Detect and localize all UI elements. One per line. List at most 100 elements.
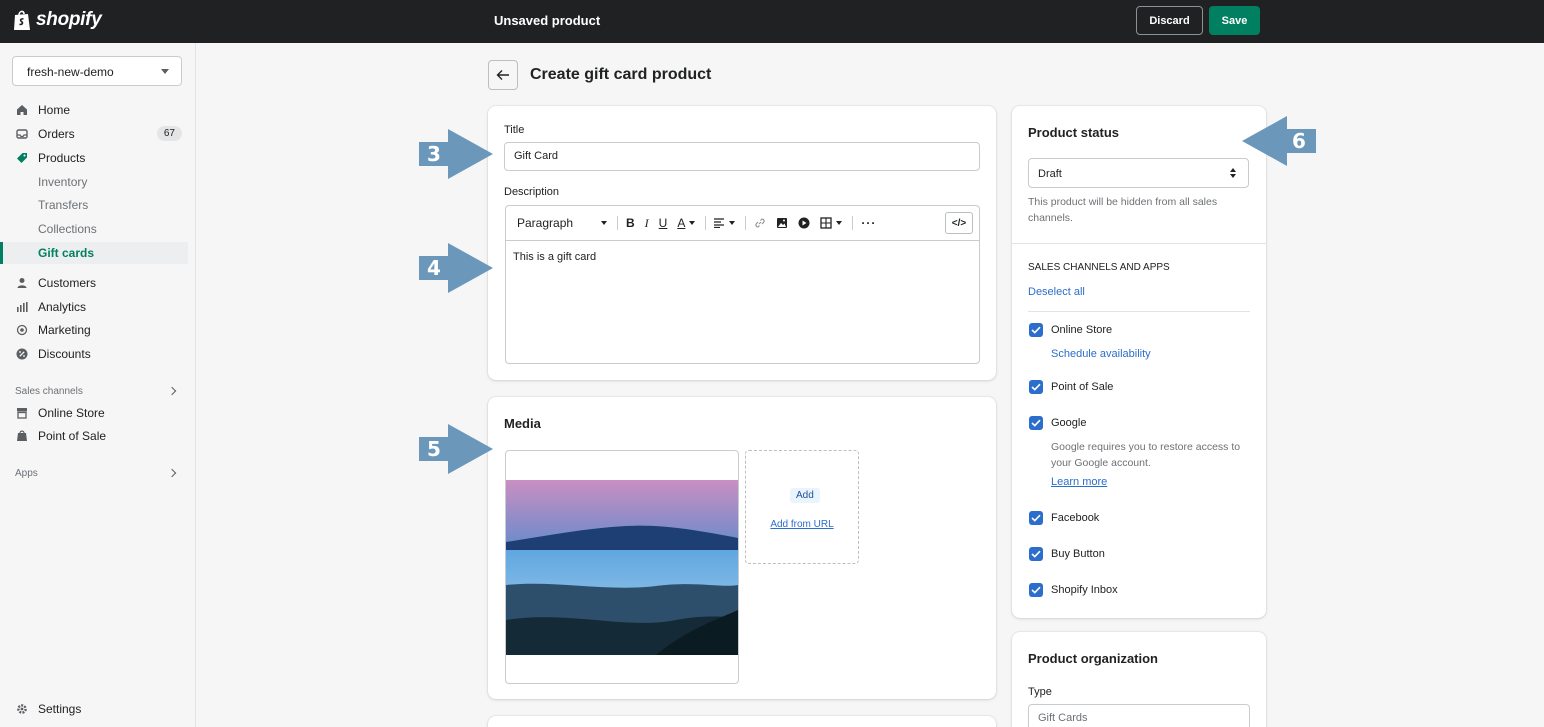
underline-icon[interactable]: U xyxy=(659,216,668,230)
sales-channels-heading: SALES CHANNELS AND APPS xyxy=(1028,262,1170,273)
sidebar-item-collections[interactable]: Collections xyxy=(0,218,188,240)
text-color-icon[interactable]: A xyxy=(677,216,696,230)
learn-more-link[interactable]: Learn more xyxy=(1051,476,1107,488)
product-organization-heading: Product organization xyxy=(1028,651,1158,666)
page-title: Create gift card product xyxy=(530,66,712,83)
title-label: Title xyxy=(504,124,525,136)
back-button[interactable] xyxy=(488,60,518,90)
add-from-url-link[interactable]: Add from URL xyxy=(746,519,858,530)
paragraph-label: Paragraph xyxy=(517,216,574,230)
sidebar: fresh-new-demo Home Orders 67 Products I… xyxy=(0,43,196,727)
type-input[interactable]: Gift Cards xyxy=(1028,704,1250,727)
deselect-all-link[interactable]: Deselect all xyxy=(1028,286,1085,298)
italic-icon[interactable]: I xyxy=(645,216,649,231)
sidebar-item-label: Home xyxy=(38,103,71,117)
buy-button-checkbox[interactable]: Buy Button xyxy=(1029,547,1105,561)
unsaved-title: Unsaved product xyxy=(494,13,601,28)
select-arrows-icon xyxy=(1230,168,1236,178)
code-view-icon[interactable]: </> xyxy=(945,212,973,234)
type-label: Type xyxy=(1028,686,1052,698)
paragraph-select[interactable]: Paragraph xyxy=(517,216,607,230)
product-details-card: Title Gift Card Description Paragraph B … xyxy=(488,106,996,380)
sidebar-item-analytics[interactable]: Analytics xyxy=(0,296,188,318)
media-card: Media Add Add from URL xyxy=(488,397,996,699)
apps-chevron-icon[interactable] xyxy=(167,468,177,478)
facebook-checkbox[interactable]: Facebook xyxy=(1029,511,1099,525)
title-input[interactable]: Gift Card xyxy=(504,142,980,171)
sidebar-item-label: Transfers xyxy=(38,198,89,212)
add-media-button[interactable]: Add xyxy=(790,488,820,503)
online-store-checkbox[interactable]: Online Store xyxy=(1029,323,1112,337)
checkmark-icon xyxy=(1029,323,1043,337)
checkmark-icon xyxy=(1029,547,1043,561)
product-organization-card: Product organization Type Gift Cards xyxy=(1012,632,1266,727)
sidebar-item-products[interactable]: Products xyxy=(0,147,188,169)
sidebar-item-settings[interactable]: Settings xyxy=(0,698,188,720)
sidebar-item-point-of-sale[interactable]: Point of Sale xyxy=(0,425,188,447)
video-icon[interactable] xyxy=(798,217,810,229)
sidebar-item-label: Point of Sale xyxy=(38,429,107,443)
sidebar-item-transfers[interactable]: Transfers xyxy=(0,194,188,216)
sidebar-item-home[interactable]: Home xyxy=(0,99,188,121)
toolbar-divider xyxy=(852,216,854,230)
logo-text: shopify xyxy=(36,9,102,30)
shopify-logo[interactable]: shopify xyxy=(12,9,102,31)
sidebar-item-label: Customers xyxy=(38,276,97,290)
pos-icon xyxy=(16,430,28,442)
sidebar-item-label: Collections xyxy=(38,222,97,236)
sidebar-item-orders[interactable]: Orders 67 xyxy=(0,123,188,145)
sidebar-item-label: Analytics xyxy=(38,300,87,314)
store-selector[interactable]: fresh-new-demo xyxy=(12,56,182,86)
tag-icon xyxy=(16,152,28,164)
discount-icon xyxy=(16,348,28,360)
align-icon[interactable] xyxy=(714,218,736,228)
product-status-card: Product status Draft This product will b… xyxy=(1012,106,1266,618)
checkmark-icon xyxy=(1029,511,1043,525)
schedule-availability-link[interactable]: Schedule availability xyxy=(1051,348,1151,360)
status-select[interactable]: Draft xyxy=(1028,158,1249,188)
sidebar-item-label: Discounts xyxy=(38,347,91,361)
callout-number: 5 xyxy=(427,437,441,461)
point-of-sale-checkbox[interactable]: Point of Sale xyxy=(1029,380,1113,394)
sidebar-item-customers[interactable]: Customers xyxy=(0,272,188,294)
orders-icon xyxy=(16,128,28,140)
table-icon[interactable] xyxy=(820,217,843,229)
chevron-down-icon xyxy=(161,69,169,74)
online-store-label: Online Store xyxy=(1051,324,1113,336)
link-icon[interactable] xyxy=(754,217,766,229)
description-text[interactable]: This is a gift card xyxy=(513,251,596,263)
shopify-inbox-checkbox[interactable]: Shopify Inbox xyxy=(1029,583,1118,597)
sidebar-item-label: Products xyxy=(38,151,86,165)
pricing-card-partial xyxy=(488,716,996,727)
description-editor[interactable]: Paragraph B I U A ··· </> This is a gift… xyxy=(505,205,980,364)
sidebar-item-marketing[interactable]: Marketing xyxy=(0,319,188,341)
editor-toolbar: Paragraph B I U A ··· </> xyxy=(506,206,979,241)
sidebar-item-label: Orders xyxy=(38,127,75,141)
point-of-sale-label: Point of Sale xyxy=(1051,381,1114,393)
image-icon[interactable] xyxy=(776,217,788,229)
google-checkbox[interactable]: Google xyxy=(1029,416,1086,430)
sidebar-item-label: Settings xyxy=(38,702,82,716)
bold-icon[interactable]: B xyxy=(626,216,635,230)
gear-icon xyxy=(16,703,28,715)
bar-chart-icon xyxy=(16,301,28,313)
status-help-text: This product will be hidden from all sal… xyxy=(1028,196,1218,224)
divider xyxy=(1012,243,1266,244)
save-button[interactable]: Save xyxy=(1209,6,1260,35)
callout-number: 3 xyxy=(427,142,441,166)
divider xyxy=(1028,311,1250,312)
sales-channels-chevron-icon[interactable] xyxy=(167,386,177,396)
sidebar-item-inventory[interactable]: Inventory xyxy=(0,171,188,193)
more-icon[interactable]: ··· xyxy=(861,216,876,230)
sidebar-item-discounts[interactable]: Discounts xyxy=(0,343,188,365)
sidebar-item-label: Marketing xyxy=(38,323,91,337)
arrow-left-icon xyxy=(496,70,509,80)
media-thumbnail[interactable] xyxy=(505,450,739,684)
sales-channels-label: Sales channels xyxy=(15,386,83,397)
apps-label: Apps xyxy=(15,468,38,479)
sidebar-item-online-store[interactable]: Online Store xyxy=(0,402,188,424)
sidebar-item-gift-cards[interactable]: Gift cards xyxy=(0,242,188,264)
media-dropzone[interactable]: Add Add from URL xyxy=(745,450,859,564)
discard-button[interactable]: Discard xyxy=(1136,6,1203,35)
shopify-bag-icon xyxy=(14,10,30,30)
